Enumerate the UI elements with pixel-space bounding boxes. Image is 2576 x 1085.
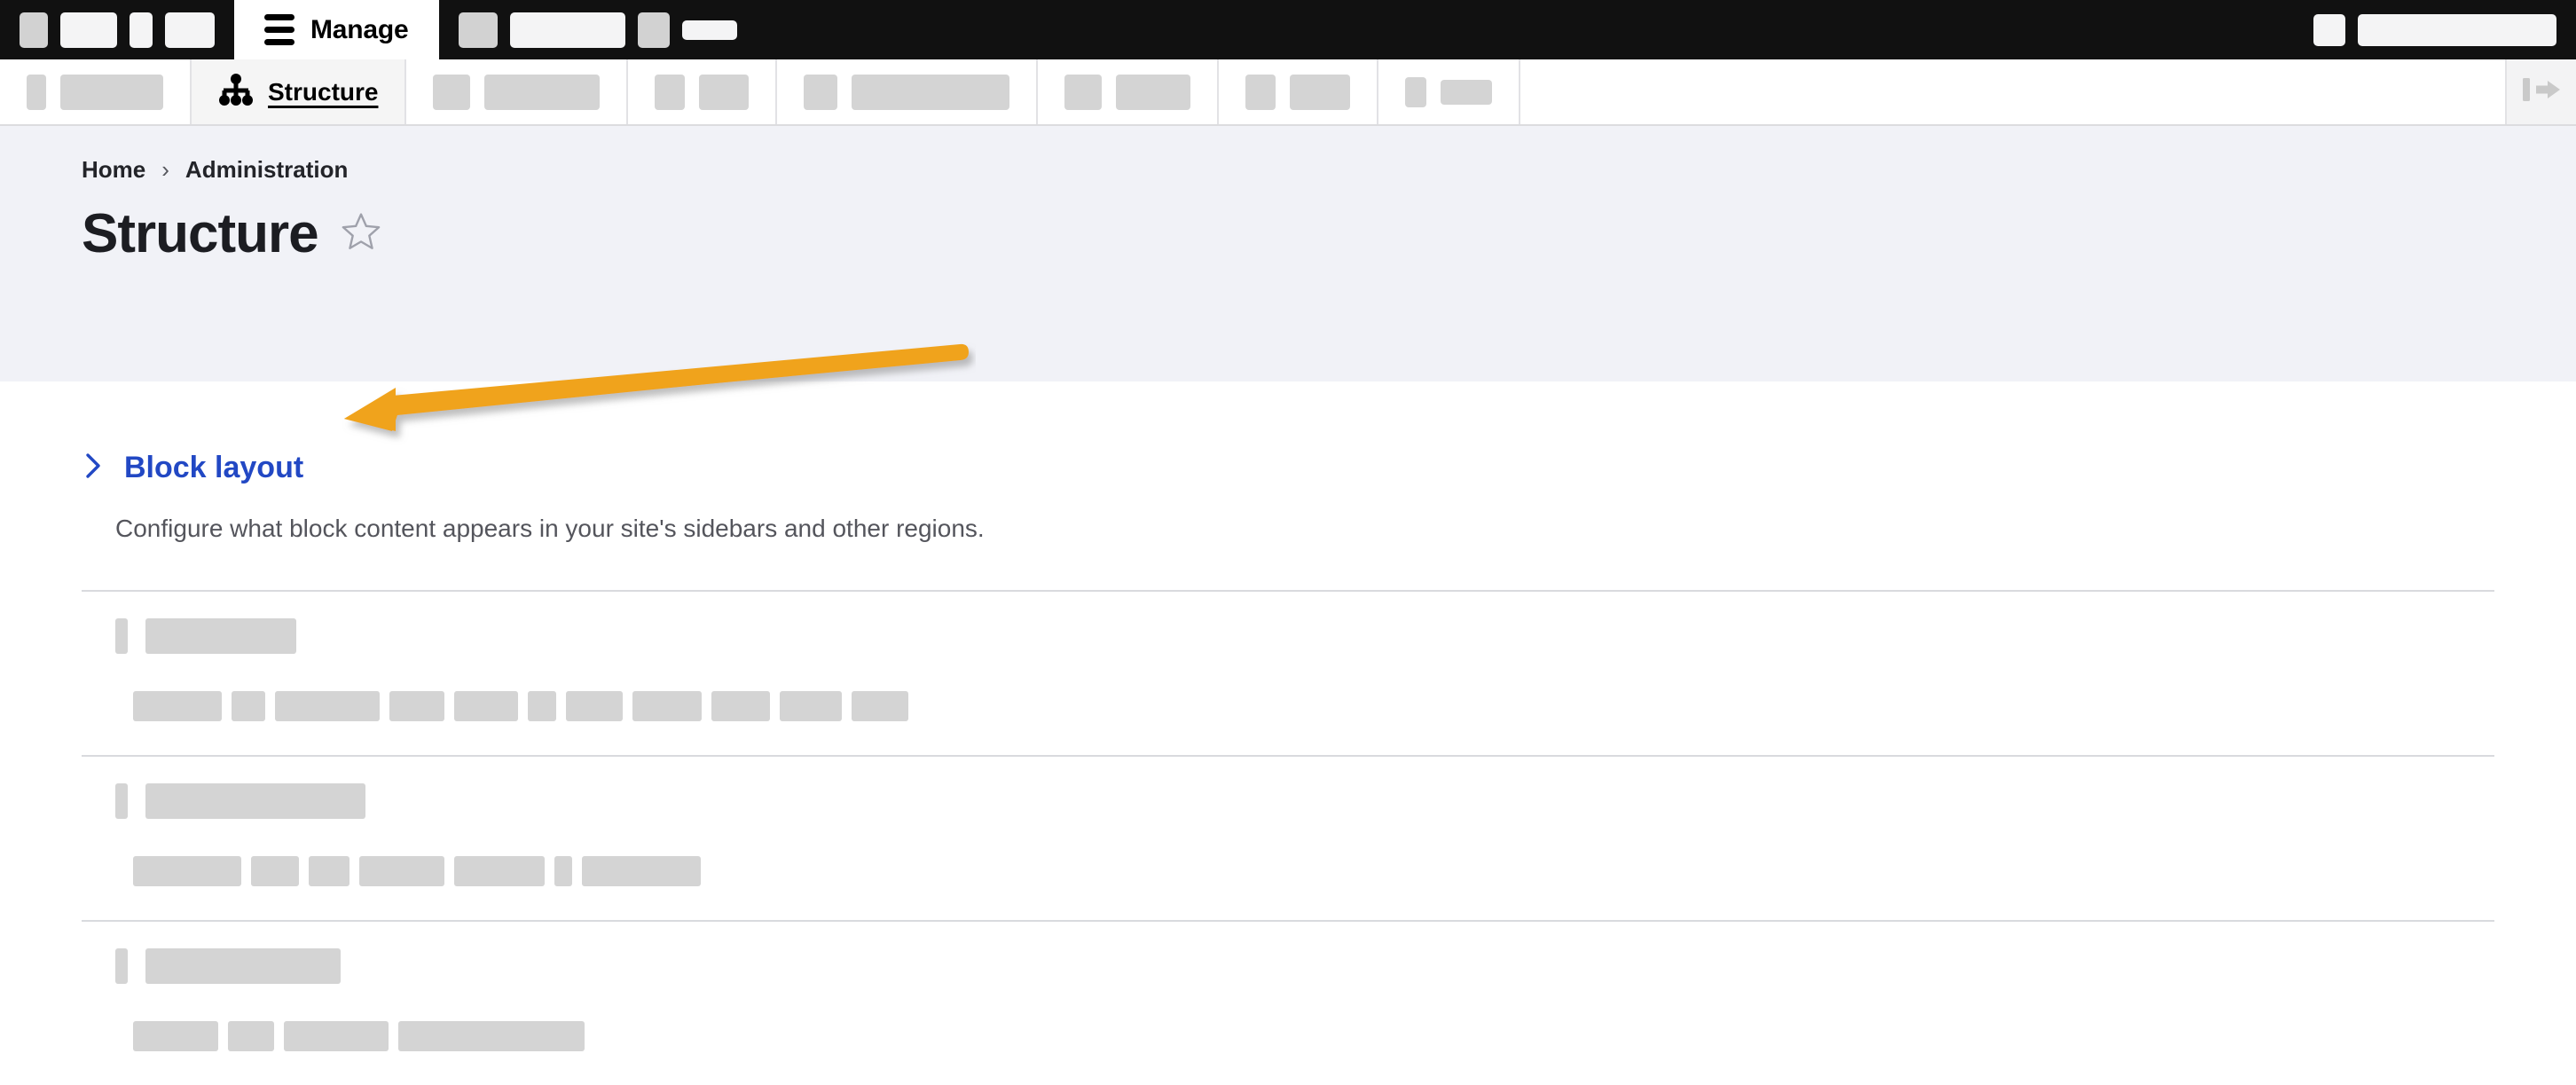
- redacted-section-1: [82, 589, 2494, 755]
- tab-redaction: [1245, 74, 1276, 110]
- tab-redacted-6[interactable]: [1219, 59, 1379, 124]
- toolbar-redaction-left: [130, 12, 153, 48]
- redacted-title-bar: [145, 947, 341, 984]
- tab-redaction: [484, 74, 601, 110]
- chevron-right-icon: [82, 451, 105, 485]
- toolbar-redaction-right: [458, 12, 498, 48]
- tab-redacted-7[interactable]: [1378, 59, 1521, 124]
- toolbar-redaction-left: [20, 12, 48, 48]
- page-title-row: Structure: [82, 207, 2576, 262]
- redacted-tag: [275, 690, 380, 721]
- toolbar-redaction-right: [637, 12, 670, 48]
- redacted-tag: [133, 690, 222, 721]
- redacted-tag: [398, 1020, 585, 1051]
- tab-redaction: [1064, 74, 1103, 110]
- tab-redacted-4[interactable]: [777, 59, 1039, 124]
- redacted-tag: [554, 855, 572, 886]
- redacted-tag: [389, 690, 444, 721]
- star-outline-icon[interactable]: [338, 209, 384, 260]
- redacted-tag: [454, 690, 518, 721]
- collapse-sidebar-button[interactable]: [2507, 59, 2576, 124]
- tab-redaction: [699, 74, 750, 110]
- redacted-title-bar: [145, 782, 365, 819]
- tab-redacted-3[interactable]: [628, 59, 778, 124]
- tab-redacted-5[interactable]: [1038, 59, 1220, 124]
- toolbar-right-group: [439, 0, 757, 59]
- redacted-tag: [711, 690, 770, 721]
- redacted-tag: [528, 690, 556, 721]
- redacted-tag: [582, 855, 701, 886]
- redacted-title-line: [115, 947, 2494, 984]
- admin-toolbar: Manage: [0, 0, 2576, 59]
- tab-redaction: [1405, 76, 1427, 107]
- tab-redaction: [1441, 79, 1493, 105]
- redacted-marker: [115, 947, 128, 984]
- page-title: Structure: [82, 203, 319, 264]
- toolbar-tab-manage[interactable]: Manage: [234, 0, 439, 59]
- breadcrumb-home[interactable]: Home: [82, 156, 145, 184]
- redacted-tag: [359, 855, 444, 886]
- toolbar-redaction-farright: [2358, 13, 2556, 46]
- redacted-tag: [133, 1020, 218, 1051]
- redacted-tag: [133, 855, 241, 886]
- redacted-section-3: [82, 919, 2494, 1085]
- breadcrumb-administration: Administration: [185, 156, 349, 183]
- redacted-title-line: [115, 617, 2494, 654]
- toolbar-redaction-right: [509, 12, 625, 48]
- tab-redaction: [1290, 74, 1351, 110]
- tab-redaction: [433, 74, 471, 110]
- subtoolbar-fill: [1520, 59, 2507, 124]
- redacted-tag: [852, 690, 908, 721]
- toolbar-left-group: [0, 0, 234, 59]
- main-content: Block layout Configure what block conten…: [0, 381, 2576, 1085]
- tab-redacted-2[interactable]: [406, 59, 629, 124]
- block-layout-link-row: Block layout: [82, 451, 2494, 485]
- redacted-title-line: [115, 782, 2494, 819]
- tab-redaction: [852, 74, 1010, 110]
- redacted-tag-line: [133, 855, 2494, 886]
- breadcrumb: Home › Administration: [82, 156, 2576, 184]
- redacted-tag: [632, 690, 702, 721]
- tab-redacted-1[interactable]: [0, 59, 192, 124]
- tab-redaction: [804, 74, 838, 110]
- toolbar-tab-manage-label: Manage: [310, 14, 409, 44]
- redacted-tag: [780, 690, 842, 721]
- redacted-tag: [228, 1020, 274, 1051]
- tab-structure-label: Structure: [268, 77, 379, 106]
- redacted-tag: [251, 855, 299, 886]
- admin-subtoolbar: Structure: [0, 59, 2576, 126]
- redacted-tag: [566, 690, 623, 721]
- block-layout-description: Configure what block content appears in …: [115, 515, 985, 542]
- toolbar-far-right-group: [2294, 0, 2576, 59]
- redacted-marker: [115, 617, 128, 654]
- redacted-tag: [284, 1020, 389, 1051]
- redacted-title-bar: [145, 617, 296, 654]
- redacted-marker: [115, 782, 128, 819]
- tab-structure[interactable]: Structure: [192, 59, 407, 124]
- tab-redaction: [27, 74, 46, 110]
- tab-redaction: [655, 74, 686, 110]
- tab-redaction: [60, 74, 163, 110]
- block-layout-link[interactable]: Block layout: [124, 451, 303, 485]
- hamburger-icon[interactable]: [264, 14, 295, 45]
- toolbar-redaction-left: [165, 12, 215, 48]
- collapse-sidebar-icon: [2521, 75, 2562, 109]
- breadcrumb-separator-icon: ›: [161, 156, 169, 183]
- redacted-tag-line: [133, 1020, 2494, 1051]
- redacted-tag-line: [133, 690, 2494, 721]
- toolbar-redaction-farright: [2313, 13, 2345, 46]
- redacted-tag: [454, 855, 545, 886]
- redacted-tag: [232, 690, 265, 721]
- toolbar-redaction-right: [681, 20, 737, 40]
- tab-redaction: [1116, 74, 1191, 110]
- redacted-section-2: [82, 754, 2494, 920]
- redacted-sections-list: [82, 589, 2494, 1085]
- sitemap-icon: [218, 73, 254, 111]
- page-header: Home › Administration Structure: [0, 126, 2576, 381]
- block-layout-section: Block layout Configure what block conten…: [82, 381, 2494, 546]
- toolbar-redaction-left: [60, 12, 117, 48]
- redacted-tag: [309, 855, 349, 886]
